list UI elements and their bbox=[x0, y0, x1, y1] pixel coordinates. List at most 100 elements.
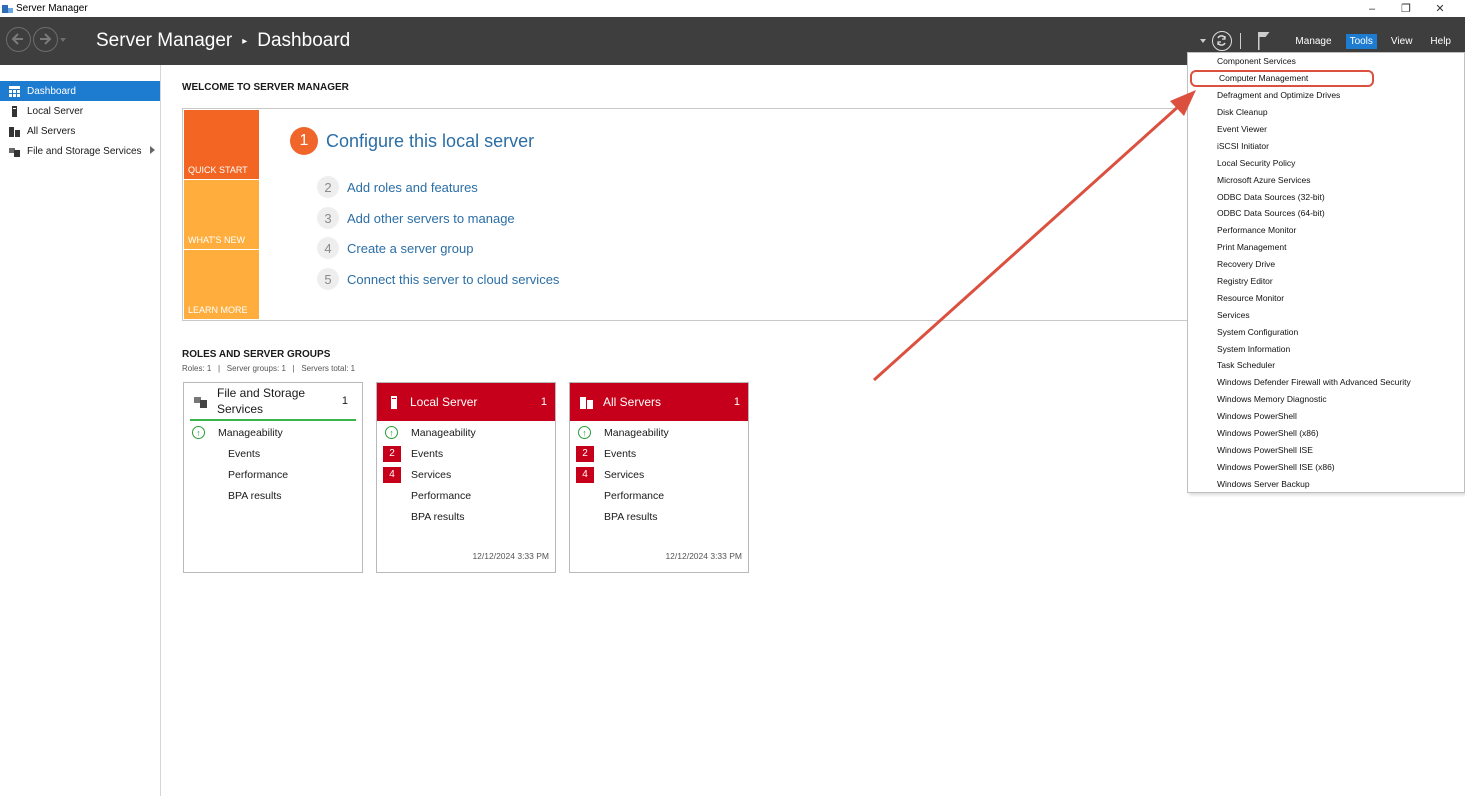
tools-item-memory-diagnostic[interactable]: Windows Memory Diagnostic bbox=[1188, 391, 1464, 408]
role-card-file-storage[interactable]: File and Storage Services 1 ↑ Manageabil… bbox=[183, 382, 363, 573]
storage-icon bbox=[9, 146, 20, 157]
toolbar-divider bbox=[1240, 33, 1242, 49]
server-icon bbox=[9, 105, 20, 117]
step-configure-local-server[interactable]: 1 Configure this local server bbox=[290, 127, 534, 155]
tools-item-event-viewer[interactable]: Event Viewer bbox=[1188, 121, 1464, 138]
step-create-group[interactable]: 4 Create a server group bbox=[317, 237, 473, 259]
history-dropdown-icon[interactable] bbox=[60, 38, 66, 42]
roles-summary: Roles: 1 | Server groups: 1 | Servers to… bbox=[182, 364, 356, 373]
menu-help[interactable]: Help bbox=[1426, 34, 1455, 49]
menu-tools[interactable]: Tools bbox=[1345, 33, 1377, 49]
tile-learn-more[interactable]: LEARN MORE bbox=[184, 250, 259, 319]
card-header[interactable]: File and Storage Services 1 bbox=[190, 383, 356, 421]
back-button[interactable] bbox=[6, 27, 31, 52]
tools-item-resource-monitor[interactable]: Resource Monitor bbox=[1188, 289, 1464, 306]
tools-item-odbc-32[interactable]: ODBC Data Sources (32-bit) bbox=[1188, 188, 1464, 205]
alert-badge: 2 bbox=[576, 445, 594, 462]
tools-item-powershell[interactable]: Windows PowerShell bbox=[1188, 408, 1464, 425]
row-bpa-results[interactable]: BPA results bbox=[184, 485, 362, 506]
step-number: 4 bbox=[317, 237, 339, 259]
tools-item-component-services[interactable]: Component Services bbox=[1188, 53, 1464, 70]
tools-item-powershell-ise-x86[interactable]: Windows PowerShell ISE (x86) bbox=[1188, 458, 1464, 475]
forward-arrow-icon bbox=[40, 33, 52, 45]
card-header[interactable]: All Servers 1 bbox=[570, 383, 748, 421]
row-manageability[interactable]: ↑ Manageability bbox=[184, 422, 362, 443]
role-card-local-server[interactable]: Local Server 1 ↑ Manageability 2 Events … bbox=[376, 382, 556, 573]
row-events[interactable]: Events bbox=[184, 443, 362, 464]
row-events[interactable]: 2 Events bbox=[377, 443, 555, 464]
sidebar-item-all-servers[interactable]: All Servers bbox=[0, 121, 160, 141]
tools-item-server-backup[interactable]: Windows Server Backup bbox=[1188, 475, 1464, 492]
sidebar: Dashboard Local Server All Servers File … bbox=[0, 65, 161, 796]
tile-whats-new[interactable]: WHAT'S NEW bbox=[184, 180, 259, 249]
tools-item-powershell-x86[interactable]: Windows PowerShell (x86) bbox=[1188, 425, 1464, 442]
row-label: Performance bbox=[228, 468, 289, 481]
row-performance[interactable]: Performance bbox=[377, 485, 555, 506]
step-connect-cloud[interactable]: 5 Connect this server to cloud services bbox=[317, 268, 559, 290]
row-label: BPA results bbox=[411, 510, 465, 523]
tools-item-print-management[interactable]: Print Management bbox=[1188, 239, 1464, 256]
minimize-button[interactable]: – bbox=[1355, 3, 1389, 15]
close-button[interactable]: ✕ bbox=[1423, 2, 1457, 15]
chevron-right-icon[interactable] bbox=[150, 146, 155, 154]
tools-item-performance-monitor[interactable]: Performance Monitor bbox=[1188, 222, 1464, 239]
row-label: Services bbox=[411, 468, 452, 481]
sidebar-item-local-server[interactable]: Local Server bbox=[0, 101, 160, 121]
tools-item-task-scheduler[interactable]: Task Scheduler bbox=[1188, 357, 1464, 374]
row-manageability[interactable]: ↑ Manageability bbox=[570, 422, 748, 443]
row-manageability[interactable]: ↑ Manageability bbox=[377, 422, 555, 443]
notifications-flag-icon[interactable] bbox=[1257, 31, 1271, 51]
row-label: BPA results bbox=[604, 510, 658, 523]
tools-item-odbc-64[interactable]: ODBC Data Sources (64-bit) bbox=[1188, 205, 1464, 222]
badge-spacer bbox=[192, 467, 210, 483]
row-label: Performance bbox=[411, 489, 472, 502]
servers-icon bbox=[580, 396, 593, 409]
tools-item-disk-cleanup[interactable]: Disk Cleanup bbox=[1188, 104, 1464, 121]
forward-button[interactable] bbox=[33, 27, 58, 52]
window-title-bar: Server Manager – ❐ ✕ bbox=[0, 0, 1465, 17]
sidebar-item-label: Dashboard bbox=[27, 85, 76, 97]
breadcrumb-root[interactable]: Server Manager bbox=[96, 30, 232, 52]
row-bpa-results[interactable]: BPA results bbox=[377, 506, 555, 527]
tools-item-registry-editor[interactable]: Registry Editor bbox=[1188, 273, 1464, 290]
row-services[interactable]: 4 Services bbox=[377, 464, 555, 485]
refresh-dropdown-icon[interactable] bbox=[1200, 39, 1207, 43]
tools-item-recovery-drive[interactable]: Recovery Drive bbox=[1188, 256, 1464, 273]
row-events[interactable]: 2 Events bbox=[570, 443, 748, 464]
row-label: Manageability bbox=[411, 426, 476, 439]
tools-item-system-information[interactable]: System Information bbox=[1188, 340, 1464, 357]
tools-item-local-security-policy[interactable]: Local Security Policy bbox=[1188, 154, 1464, 171]
tools-item-computer-management[interactable]: Computer Management bbox=[1190, 69, 1374, 87]
alert-badge: 4 bbox=[576, 466, 594, 483]
row-bpa-results[interactable]: BPA results bbox=[570, 506, 748, 527]
sidebar-item-label: File and Storage Services bbox=[27, 145, 142, 157]
sidebar-item-dashboard[interactable]: Dashboard bbox=[0, 81, 160, 101]
step-add-roles[interactable]: 2 Add roles and features bbox=[317, 176, 478, 198]
tools-item-services[interactable]: Services bbox=[1188, 306, 1464, 323]
row-performance[interactable]: Performance bbox=[570, 485, 748, 506]
servers-icon bbox=[9, 126, 20, 137]
row-services[interactable]: 4 Services bbox=[570, 464, 748, 485]
server-manager-app-icon bbox=[2, 4, 13, 14]
row-label: Events bbox=[228, 447, 261, 460]
tools-item-defender-firewall[interactable]: Windows Defender Firewall with Advanced … bbox=[1188, 374, 1464, 391]
tools-item-iscsi-initiator[interactable]: iSCSI Initiator bbox=[1188, 137, 1464, 154]
tools-item-system-configuration[interactable]: System Configuration bbox=[1188, 323, 1464, 340]
card-header[interactable]: Local Server 1 bbox=[377, 383, 555, 421]
row-label: Performance bbox=[604, 489, 665, 502]
badge-spacer bbox=[192, 488, 210, 504]
role-card-all-servers[interactable]: All Servers 1 ↑ Manageability 2 Events 4… bbox=[569, 382, 749, 573]
row-performance[interactable]: Performance bbox=[184, 464, 362, 485]
tools-item-azure-services[interactable]: Microsoft Azure Services bbox=[1188, 171, 1464, 188]
sidebar-item-file-and-storage[interactable]: File and Storage Services bbox=[0, 141, 160, 161]
step-number: 2 bbox=[317, 176, 339, 198]
tools-item-defragment[interactable]: Defragment and Optimize Drives bbox=[1188, 87, 1464, 104]
tile-quick-start[interactable]: QUICK START bbox=[184, 110, 259, 179]
step-add-servers[interactable]: 3 Add other servers to manage bbox=[317, 207, 515, 229]
tools-item-powershell-ise[interactable]: Windows PowerShell ISE bbox=[1188, 441, 1464, 458]
card-title: File and Storage Services bbox=[217, 386, 306, 416]
restore-button[interactable]: ❐ bbox=[1389, 2, 1423, 15]
refresh-icon[interactable] bbox=[1212, 31, 1233, 51]
menu-view[interactable]: View bbox=[1387, 34, 1417, 49]
menu-manage[interactable]: Manage bbox=[1291, 34, 1335, 49]
